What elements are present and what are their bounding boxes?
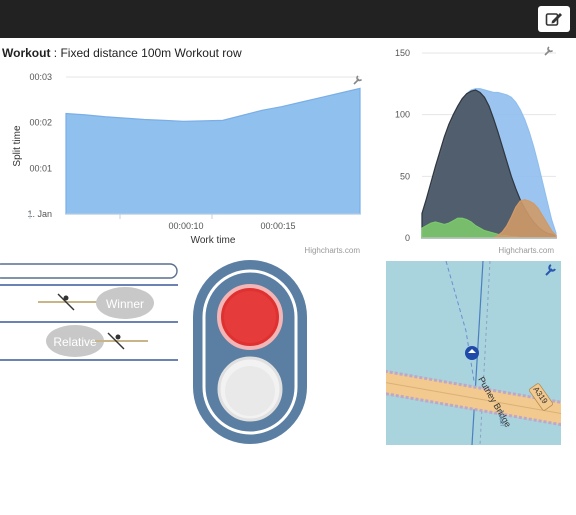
relative-label: Relative bbox=[53, 335, 97, 349]
winner-label: Winner bbox=[106, 297, 144, 311]
x-axis-title: Work time bbox=[191, 235, 236, 246]
workout-title: Workout : Fixed distance 100m Workout ro… bbox=[2, 46, 242, 60]
stroke-distribution-chart: 0 50 100 150 Highcharts.com bbox=[380, 40, 576, 260]
y-axis-title: Split time bbox=[12, 125, 23, 167]
chart-credits: Highcharts.com bbox=[498, 246, 554, 255]
map-svg: Putney Bridge River A319 bbox=[386, 261, 561, 445]
y-tick-label: 0 bbox=[405, 233, 410, 243]
chart-credits: Highcharts.com bbox=[304, 246, 360, 255]
traffic-light-svg bbox=[193, 260, 307, 444]
race-panel: Winner Relative bbox=[0, 258, 180, 366]
y-tick-label: 50 bbox=[400, 171, 410, 181]
x-tick-label: 00:00:10 bbox=[168, 221, 203, 231]
race-tracks-svg: Winner Relative bbox=[0, 263, 178, 361]
y-tick-label: 00:03 bbox=[29, 72, 52, 82]
rower-boat-icon bbox=[95, 332, 148, 350]
y-tick-label: 00:01 bbox=[29, 163, 52, 173]
edit-button[interactable] bbox=[538, 6, 570, 32]
y-tick-label: 00:02 bbox=[29, 118, 52, 128]
white-light-shade bbox=[225, 366, 275, 416]
edit-pencil-icon bbox=[545, 13, 562, 26]
y-tick-label: 150 bbox=[395, 48, 410, 58]
top-bar bbox=[0, 0, 576, 38]
progress-track bbox=[0, 263, 178, 279]
wrench-icon-glyph bbox=[544, 46, 554, 56]
red-light-glow bbox=[224, 291, 276, 343]
wrench-icon[interactable] bbox=[544, 46, 554, 56]
y-tick-label: 100 bbox=[395, 110, 410, 120]
workout-title-label: Workout bbox=[2, 46, 51, 60]
split-time-chart: 1. Jan 00:01 00:02 00:03 00:00:10 00:00:15 Wor… bbox=[0, 62, 372, 260]
rower-boat-icon bbox=[38, 293, 100, 311]
split-time-area bbox=[65, 87, 361, 215]
map-panel[interactable]: Putney Bridge River A319 bbox=[386, 261, 561, 445]
x-tick-label: 00:00:15 bbox=[260, 221, 295, 231]
y-tick-label: 1. Jan bbox=[27, 209, 52, 219]
split-time-chart-svg: 1. Jan 00:01 00:02 00:03 00:00:10 00:00:15 Wor… bbox=[12, 72, 363, 255]
workout-title-text: : Fixed distance 100m Workout row bbox=[50, 46, 242, 60]
stroke-distribution-chart-svg: 0 50 100 150 Highcharts.com bbox=[395, 46, 557, 255]
start-light bbox=[192, 259, 308, 445]
